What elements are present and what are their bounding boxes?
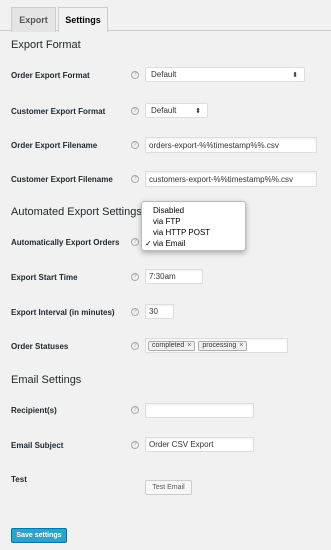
help-icon[interactable]: ?	[131, 141, 139, 149]
auto-export-dropdown[interactable]: Disabled via FTP via HTTP POST ✓ via Ema…	[141, 201, 246, 251]
tab-export[interactable]: Export	[11, 7, 56, 32]
help-icon[interactable]: ?	[131, 342, 139, 350]
order-export-format-label: Order Export Format	[11, 71, 90, 80]
select-arrow-icon: ⬍	[292, 71, 298, 79]
help-icon[interactable]: ?	[131, 71, 139, 79]
help-icon[interactable]: ?	[131, 107, 139, 115]
save-settings-button[interactable]: Save settings	[11, 528, 67, 543]
customer-export-format-value: Default	[151, 106, 177, 115]
recipients-label: Recipient(s)	[11, 406, 57, 415]
tab-bar: Export Settings	[0, 0, 331, 32]
dropdown-option-ftp[interactable]: via FTP	[142, 216, 245, 227]
status-tag-processing: processing ×	[198, 340, 248, 351]
status-tag-label: processing	[202, 342, 237, 349]
customer-export-format-select[interactable]: Default ⬍	[145, 103, 208, 118]
help-icon[interactable]: ?	[131, 238, 139, 246]
help-icon[interactable]: ?	[131, 175, 139, 183]
customer-export-filename-input[interactable]: customers-export-%%timestamp%%.csv	[145, 171, 317, 187]
remove-tag-icon[interactable]: ×	[239, 342, 243, 349]
export-start-time-input[interactable]: 7:30am	[145, 269, 203, 284]
order-export-filename-label: Order Export Filename	[11, 141, 98, 150]
auto-export-orders-label: Automatically Export Orders	[11, 238, 120, 247]
help-icon[interactable]: ?	[131, 308, 139, 316]
help-icon[interactable]: ?	[131, 273, 139, 281]
order-export-filename-input[interactable]: orders-export-%%timestamp%%.csv	[145, 137, 317, 153]
help-icon[interactable]: ?	[131, 406, 139, 414]
order-export-format-value: Default	[151, 70, 177, 79]
tab-settings[interactable]: Settings	[58, 7, 108, 32]
customer-export-filename-label: Customer Export Filename	[11, 175, 113, 184]
status-tag-label: completed	[152, 342, 185, 349]
order-statuses-multiselect[interactable]: completed × processing ×	[145, 338, 288, 353]
test-email-button[interactable]: Test Email	[145, 480, 192, 495]
order-statuses-label: Order Statuses	[11, 342, 69, 351]
automated-export-heading: Automated Export Settings	[11, 206, 142, 218]
dropdown-option-email-label: via Email	[153, 239, 186, 248]
customer-export-format-label: Customer Export Format	[11, 107, 106, 116]
email-subject-input[interactable]: Order CSV Export	[145, 437, 254, 452]
dropdown-option-email[interactable]: ✓ via Email	[142, 238, 245, 249]
help-icon[interactable]: ?	[131, 441, 139, 449]
email-settings-heading: Email Settings	[11, 374, 82, 386]
checkmark-icon: ✓	[145, 239, 152, 248]
order-export-format-select[interactable]: Default ⬍	[145, 67, 305, 82]
export-interval-label: Export Interval (in minutes)	[11, 308, 115, 317]
export-format-heading: Export Format	[11, 39, 81, 51]
test-label: Test	[11, 475, 27, 484]
remove-tag-icon[interactable]: ×	[187, 342, 191, 349]
status-tag-completed: completed ×	[148, 340, 196, 351]
dropdown-option-disabled[interactable]: Disabled	[142, 205, 245, 216]
export-interval-input[interactable]: 30	[145, 304, 174, 319]
dropdown-option-http-post[interactable]: via HTTP POST	[142, 227, 245, 238]
export-start-time-label: Export Start Time	[11, 273, 78, 282]
recipients-input[interactable]	[145, 403, 254, 418]
email-subject-label: Email Subject	[11, 441, 64, 450]
select-arrow-icon: ⬍	[195, 107, 201, 115]
